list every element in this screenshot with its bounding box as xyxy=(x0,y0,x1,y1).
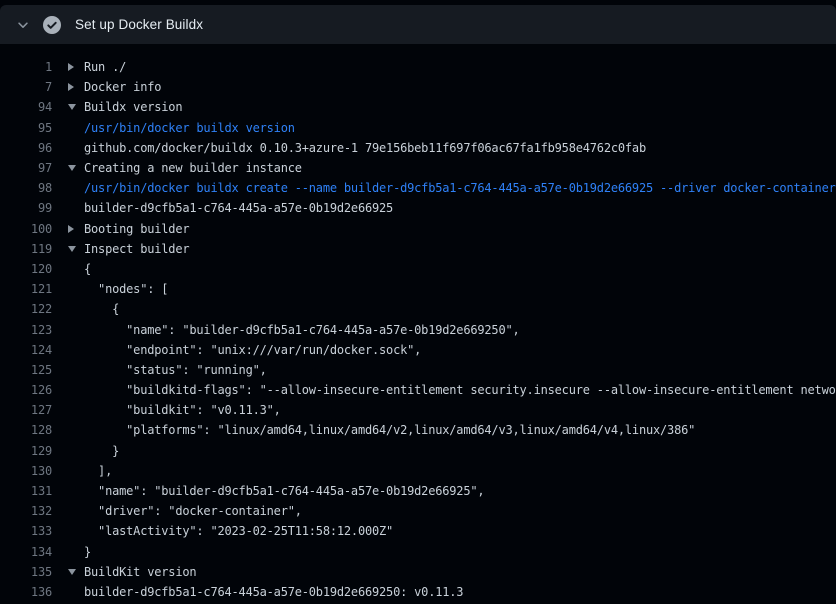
group-title[interactable]: Inspect builder xyxy=(84,242,836,256)
group-expand-icon[interactable] xyxy=(68,63,74,71)
group-collapse-icon[interactable] xyxy=(68,246,76,252)
output-text: "buildkit": "v0.11.3", xyxy=(84,403,836,417)
step-title: Set up Docker Buildx xyxy=(75,17,203,32)
line-number[interactable]: 98 xyxy=(0,181,52,195)
output-text: github.com/docker/buildx 0.10.3+azure-1 … xyxy=(84,141,836,155)
line-number[interactable]: 130 xyxy=(0,464,52,478)
group-expand-icon[interactable] xyxy=(68,225,74,233)
output-text: "nodes": [ xyxy=(84,282,836,296)
log-line[interactable]: 94 Buildx version xyxy=(0,97,836,117)
line-number[interactable]: 119 xyxy=(0,242,52,256)
group-title[interactable]: Docker info xyxy=(84,80,836,94)
log-viewer: Set up Docker Buildx 1 Run ./ 7 Docker info… xyxy=(0,5,836,604)
line-number[interactable]: 131 xyxy=(0,484,52,498)
line-number[interactable]: 100 xyxy=(0,222,52,236)
line-number[interactable]: 125 xyxy=(0,363,52,377)
output-text: } xyxy=(84,444,836,458)
log-line[interactable]: 97 Creating a new builder instance xyxy=(0,158,836,178)
log-line: 124 "endpoint": "unix:///var/run/docker.… xyxy=(0,340,836,360)
log-line[interactable]: 7 Docker info xyxy=(0,77,836,97)
line-number[interactable]: 132 xyxy=(0,504,52,518)
log-line: 132 "driver": "docker-container", xyxy=(0,501,836,521)
output-text: builder-d9cfb5a1-c764-445a-a57e-0b19d2e6… xyxy=(84,201,836,215)
log-line: 129 } xyxy=(0,441,836,461)
log-line: 136 builder-d9cfb5a1-c764-445a-a57e-0b19d… xyxy=(0,582,836,602)
log-line: 121 "nodes": [ xyxy=(0,279,836,299)
line-number[interactable]: 129 xyxy=(0,444,52,458)
log-line: 127 "buildkit": "v0.11.3", xyxy=(0,400,836,420)
chevron-down-icon[interactable] xyxy=(16,18,30,32)
command-text: /usr/bin/docker buildx create --name bui… xyxy=(84,181,836,195)
line-number[interactable]: 128 xyxy=(0,423,52,437)
log-line: 130 ], xyxy=(0,461,836,481)
log-line: 126 "buildkitd-flags": "--allow-insecure… xyxy=(0,380,836,400)
line-number[interactable]: 124 xyxy=(0,343,52,357)
group-collapse-icon[interactable] xyxy=(68,569,76,575)
line-number[interactable]: 134 xyxy=(0,545,52,559)
log-line: 99 builder-d9cfb5a1-c764-445a-a57e-0b19d2… xyxy=(0,198,836,218)
line-number[interactable]: 136 xyxy=(0,585,52,599)
log-line: 122 { xyxy=(0,299,836,319)
output-text: } xyxy=(84,545,836,559)
line-number[interactable]: 133 xyxy=(0,524,52,538)
line-number[interactable]: 120 xyxy=(0,262,52,276)
log-line: 120 { xyxy=(0,259,836,279)
line-number[interactable]: 7 xyxy=(0,80,52,94)
line-number[interactable]: 121 xyxy=(0,282,52,296)
output-text: { xyxy=(84,262,836,276)
log-line[interactable]: 119 Inspect builder xyxy=(0,239,836,259)
line-number[interactable]: 96 xyxy=(0,141,52,155)
output-text: "status": "running", xyxy=(84,363,836,377)
log-lines: 1 Run ./ 7 Docker info 94 Buildx version 95/us… xyxy=(0,44,836,602)
group-title[interactable]: Booting builder xyxy=(84,222,836,236)
output-text: "endpoint": "unix:///var/run/docker.sock… xyxy=(84,343,836,357)
line-number[interactable]: 123 xyxy=(0,323,52,337)
line-number[interactable]: 122 xyxy=(0,302,52,316)
step-header[interactable]: Set up Docker Buildx xyxy=(0,5,836,44)
log-line[interactable]: 135 BuildKit version xyxy=(0,562,836,582)
output-text: builder-d9cfb5a1-c764-445a-a57e-0b19d2e6… xyxy=(84,585,836,599)
line-number[interactable]: 95 xyxy=(0,121,52,135)
log-line: 123 "name": "builder-d9cfb5a1-c764-445a-… xyxy=(0,319,836,339)
group-expand-icon[interactable] xyxy=(68,83,74,91)
log-line[interactable]: 1 Run ./ xyxy=(0,57,836,77)
output-text: "driver": "docker-container", xyxy=(84,504,836,518)
output-text: "buildkitd-flags": "--allow-insecure-ent… xyxy=(84,383,836,397)
line-number[interactable]: 94 xyxy=(0,100,52,114)
line-number[interactable]: 97 xyxy=(0,161,52,175)
group-collapse-icon[interactable] xyxy=(68,165,76,171)
log-line: 125 "status": "running", xyxy=(0,360,836,380)
log-line: 95/usr/bin/docker buildx version xyxy=(0,118,836,138)
group-title[interactable]: Creating a new builder instance xyxy=(84,161,836,175)
log-line: 134} xyxy=(0,542,836,562)
log-line: 128 "platforms": "linux/amd64,linux/amd6… xyxy=(0,420,836,440)
output-text: { xyxy=(84,302,836,316)
output-text: "platforms": "linux/amd64,linux/amd64/v2… xyxy=(84,423,836,437)
group-title[interactable]: Run ./ xyxy=(84,60,836,74)
check-circle-icon xyxy=(43,16,61,34)
log-line: 133 "lastActivity": "2023-02-25T11:58:12… xyxy=(0,521,836,541)
line-number[interactable]: 99 xyxy=(0,201,52,215)
output-text: "lastActivity": "2023-02-25T11:58:12.000… xyxy=(84,524,836,538)
line-number[interactable]: 127 xyxy=(0,403,52,417)
log-line: 96 github.com/docker/buildx 0.10.3+azure-… xyxy=(0,138,836,158)
line-number[interactable]: 135 xyxy=(0,565,52,579)
log-line: 98/usr/bin/docker buildx create --name b… xyxy=(0,178,836,198)
output-text: ], xyxy=(84,464,836,478)
group-title[interactable]: BuildKit version xyxy=(84,565,836,579)
command-text: /usr/bin/docker buildx version xyxy=(84,121,836,135)
line-number[interactable]: 1 xyxy=(0,60,52,74)
log-line[interactable]: 100 Booting builder xyxy=(0,219,836,239)
line-number[interactable]: 126 xyxy=(0,383,52,397)
output-text: "name": "builder-d9cfb5a1-c764-445a-a57e… xyxy=(84,323,836,337)
log-line: 131 "name": "builder-d9cfb5a1-c764-445a-… xyxy=(0,481,836,501)
group-collapse-icon[interactable] xyxy=(68,104,76,110)
group-title[interactable]: Buildx version xyxy=(84,100,836,114)
output-text: "name": "builder-d9cfb5a1-c764-445a-a57e… xyxy=(84,484,836,498)
